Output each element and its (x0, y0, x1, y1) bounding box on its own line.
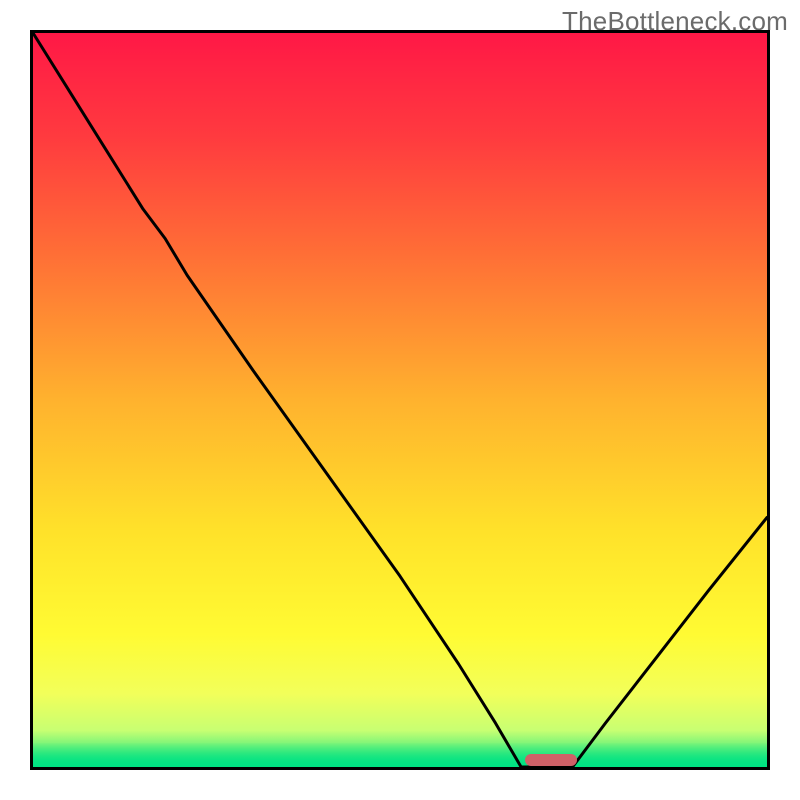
optimum-marker (525, 754, 577, 766)
plot-area (30, 30, 770, 770)
bottleneck-curve (33, 33, 767, 767)
chart-canvas: TheBottleneck.com (0, 0, 800, 800)
